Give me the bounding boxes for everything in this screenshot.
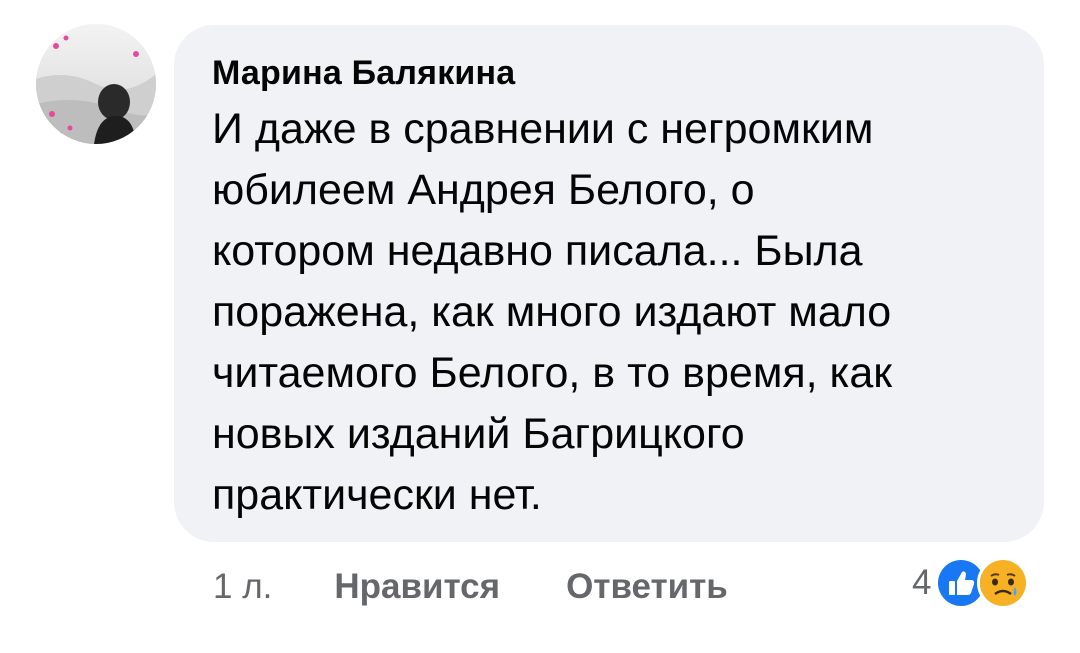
comment-container: Марина Балякина И даже в сравнении с нег…: [0, 0, 1080, 653]
comment-actions: 1 л. Нравится Ответить: [213, 562, 728, 612]
comment-author[interactable]: Марина Балякина: [212, 53, 1014, 93]
avatar[interactable]: [36, 24, 156, 144]
reply-button[interactable]: Ответить: [566, 567, 728, 607]
reactions-summary[interactable]: 4: [912, 556, 1030, 610]
reaction-count: 4: [912, 563, 932, 602]
sad-icon: [977, 557, 1030, 609]
like-button[interactable]: Нравится: [334, 567, 500, 607]
comment-bubble: Марина Балякина И даже в сравнении с нег…: [174, 25, 1044, 542]
comment-text: И даже в сравнении с негромким юбилеем А…: [212, 105, 893, 519]
comment-timestamp[interactable]: 1 л.: [213, 567, 272, 607]
avatar-photo: [36, 24, 156, 144]
